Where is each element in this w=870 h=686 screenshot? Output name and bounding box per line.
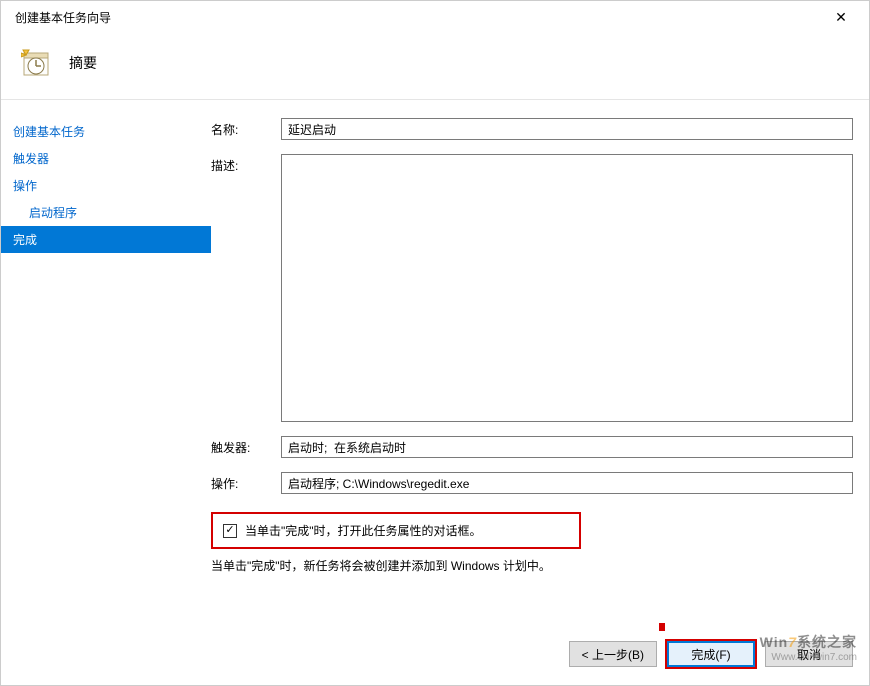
sidebar-item-trigger[interactable]: 触发器 — [1, 145, 211, 172]
back-button[interactable]: < 上一步(B) — [569, 641, 657, 667]
content: 创建基本任务 触发器 操作 启动程序 完成 名称: 描述: 触发器: 操作: — [1, 100, 869, 625]
cancel-button[interactable]: 取消 — [765, 641, 853, 667]
sidebar-item-create-task[interactable]: 创建基本任务 — [1, 118, 211, 145]
label-desc: 描述: — [211, 154, 267, 174]
label-action: 操作: — [211, 472, 267, 492]
checkbox-icon[interactable]: ✓ — [223, 524, 237, 538]
label-trigger: 触发器: — [211, 436, 267, 456]
row-action: 操作: — [211, 472, 853, 494]
note-text: 当单击"完成"时，新任务将会被创建并添加到 Windows 计划中。 — [211, 549, 853, 574]
row-name: 名称: — [211, 118, 853, 140]
finish-button[interactable]: 完成(F) — [667, 641, 755, 667]
row-desc: 描述: — [211, 154, 853, 422]
sidebar-item-finish[interactable]: 完成 — [1, 226, 211, 253]
input-trigger[interactable] — [281, 436, 853, 458]
sidebar: 创建基本任务 触发器 操作 启动程序 完成 — [1, 100, 211, 625]
label-name: 名称: — [211, 118, 267, 138]
wizard-window: 创建基本任务向导 ✕ 摘要 创建基本任务 触发器 操作 启动程序 完成 — [0, 0, 870, 686]
checkbox-label: 当单击"完成"时，打开此任务属性的对话框。 — [245, 522, 482, 539]
footer: < 上一步(B) 完成(F) 取消 — [1, 625, 869, 685]
sidebar-item-action[interactable]: 操作 — [1, 172, 211, 199]
page-title: 摘要 — [69, 53, 97, 73]
input-name[interactable] — [281, 118, 853, 140]
calendar-clock-icon — [21, 47, 53, 79]
highlight-box: ✓ 当单击"完成"时，打开此任务属性的对话框。 — [211, 512, 581, 549]
header: 摘要 — [1, 33, 869, 89]
checkbox-open-properties[interactable]: ✓ 当单击"完成"时，打开此任务属性的对话框。 — [223, 522, 569, 539]
annotation-box: 完成(F) — [665, 639, 757, 669]
close-icon[interactable]: ✕ — [821, 9, 861, 26]
titlebar: 创建基本任务向导 ✕ — [1, 1, 869, 33]
input-desc[interactable] — [281, 154, 853, 422]
annotation-marker — [659, 623, 665, 631]
row-trigger: 触发器: — [211, 436, 853, 458]
window-title: 创建基本任务向导 — [9, 9, 821, 26]
input-action[interactable] — [281, 472, 853, 494]
main-panel: 名称: 描述: 触发器: 操作: ✓ 当单击"完成"时，打开此任务属性的 — [211, 100, 869, 625]
sidebar-item-start-program[interactable]: 启动程序 — [1, 199, 211, 226]
